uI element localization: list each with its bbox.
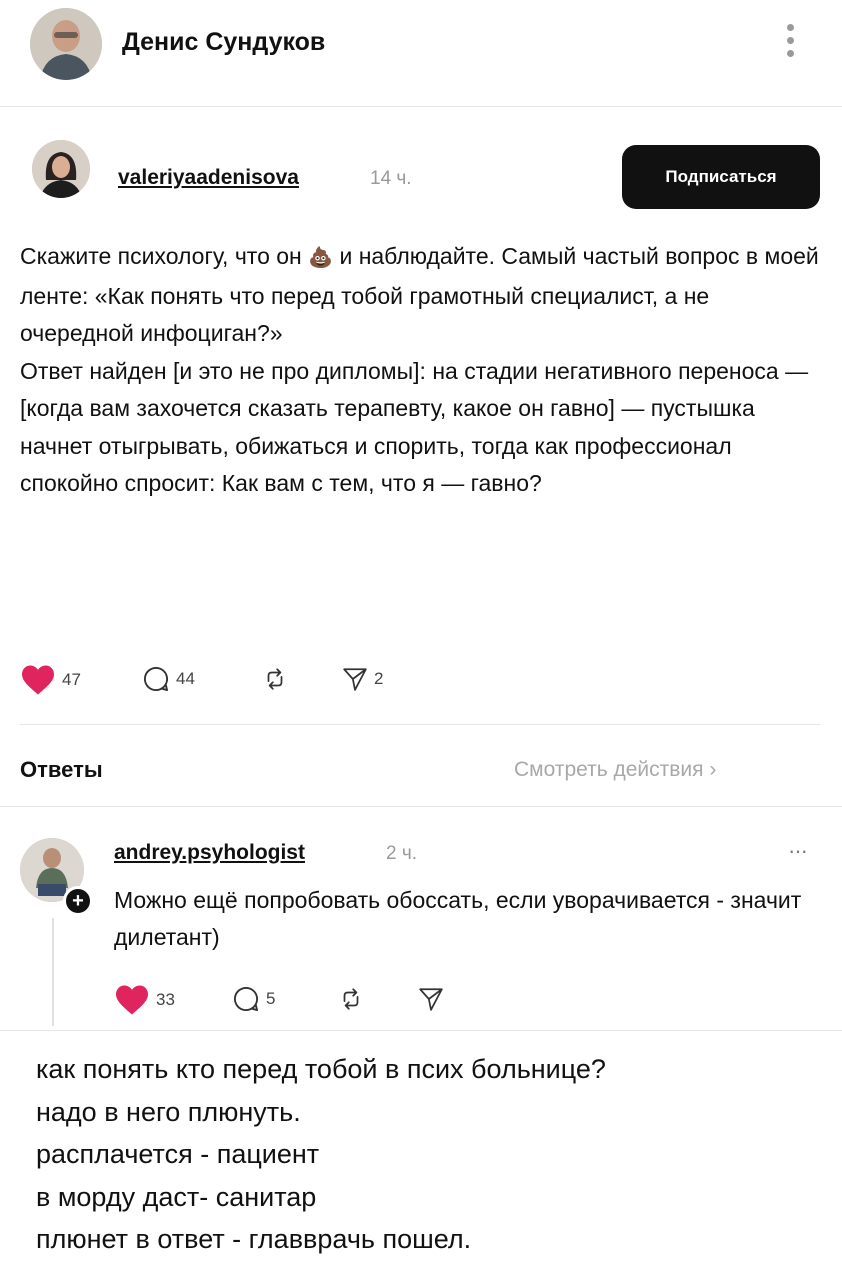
thread-line [52,918,54,1026]
send-icon [343,668,367,691]
reply-repost-button[interactable] [338,986,364,1012]
post-timestamp: 14 ч. [370,168,412,189]
reply-more-options-icon[interactable]: ··· [788,838,808,864]
replies-divider [0,806,842,807]
caption-line: плюнет в ответ - главврачь пошел. [36,1224,472,1254]
actions-divider [20,724,820,725]
post-share-count: 2 [374,669,384,688]
post-comment-button[interactable]: 44 [142,665,195,693]
post-comment-count: 44 [176,669,195,688]
more-vertical-icon[interactable] [780,24,800,68]
post-share-button[interactable]: 2 [342,666,383,692]
caption-line: как понять кто перед тобой в псих больни… [36,1054,606,1084]
caption-line: в морду даст- санитар [36,1181,317,1212]
heart-filled-icon [116,985,148,1015]
post-paragraph-1: Скажите психологу, что он 💩 и наблюдайте… [20,238,820,353]
profile-name[interactable]: Денис Сундуков [122,28,325,57]
reply-author-username[interactable]: andrey.psyhologist [114,841,305,865]
caption-line: надо в него плюнуть. [36,1096,301,1127]
comment-bubble-icon [234,986,259,1012]
repost-icon [343,988,359,1010]
follow-plus-icon[interactable]: + [63,886,93,916]
poop-emoji-icon: 💩 [308,247,334,269]
reply-like-button[interactable]: 33 [114,984,175,1016]
reply-comment-count: 5 [266,989,276,1008]
comment-bubble-icon [144,666,169,692]
post-text-part-1: Скажите психологу, что он [20,243,309,269]
person-photo-icon [30,8,102,80]
view-activity-link[interactable]: Смотреть действия › [514,758,716,782]
post-author-avatar[interactable] [32,140,90,198]
header-divider [0,106,842,107]
send-icon [419,988,443,1011]
person-photo-icon [32,140,90,198]
reply-divider [0,1030,842,1031]
heart-filled-icon [22,665,54,695]
reply-text: Можно ещё попробовать обоссать, если уво… [114,887,802,950]
replies-heading: Ответы [20,757,103,782]
reply-share-button[interactable] [418,986,444,1012]
post-like-button[interactable]: 47 [20,664,81,696]
repost-icon [267,668,283,690]
caption-line: расплачется - пациент [36,1139,320,1169]
post-like-count: 47 [62,670,81,689]
post-author-username[interactable]: valeriyaadenisova [118,166,299,190]
post-repost-button[interactable] [262,666,288,692]
reply-comment-button[interactable]: 5 [232,985,275,1013]
post-text: Скажите психологу, что он 💩 и наблюдайте… [20,238,820,503]
reply-timestamp: 2 ч. [386,843,418,864]
top-avatar[interactable] [30,8,102,80]
reply-like-count: 33 [156,990,175,1009]
follow-button[interactable]: Подписаться [622,145,820,209]
caption-text: как понять кто перед тобой в псих больни… [36,1048,826,1261]
post-paragraph-2: Ответ найден [и это не про дипломы]: на … [20,357,809,497]
